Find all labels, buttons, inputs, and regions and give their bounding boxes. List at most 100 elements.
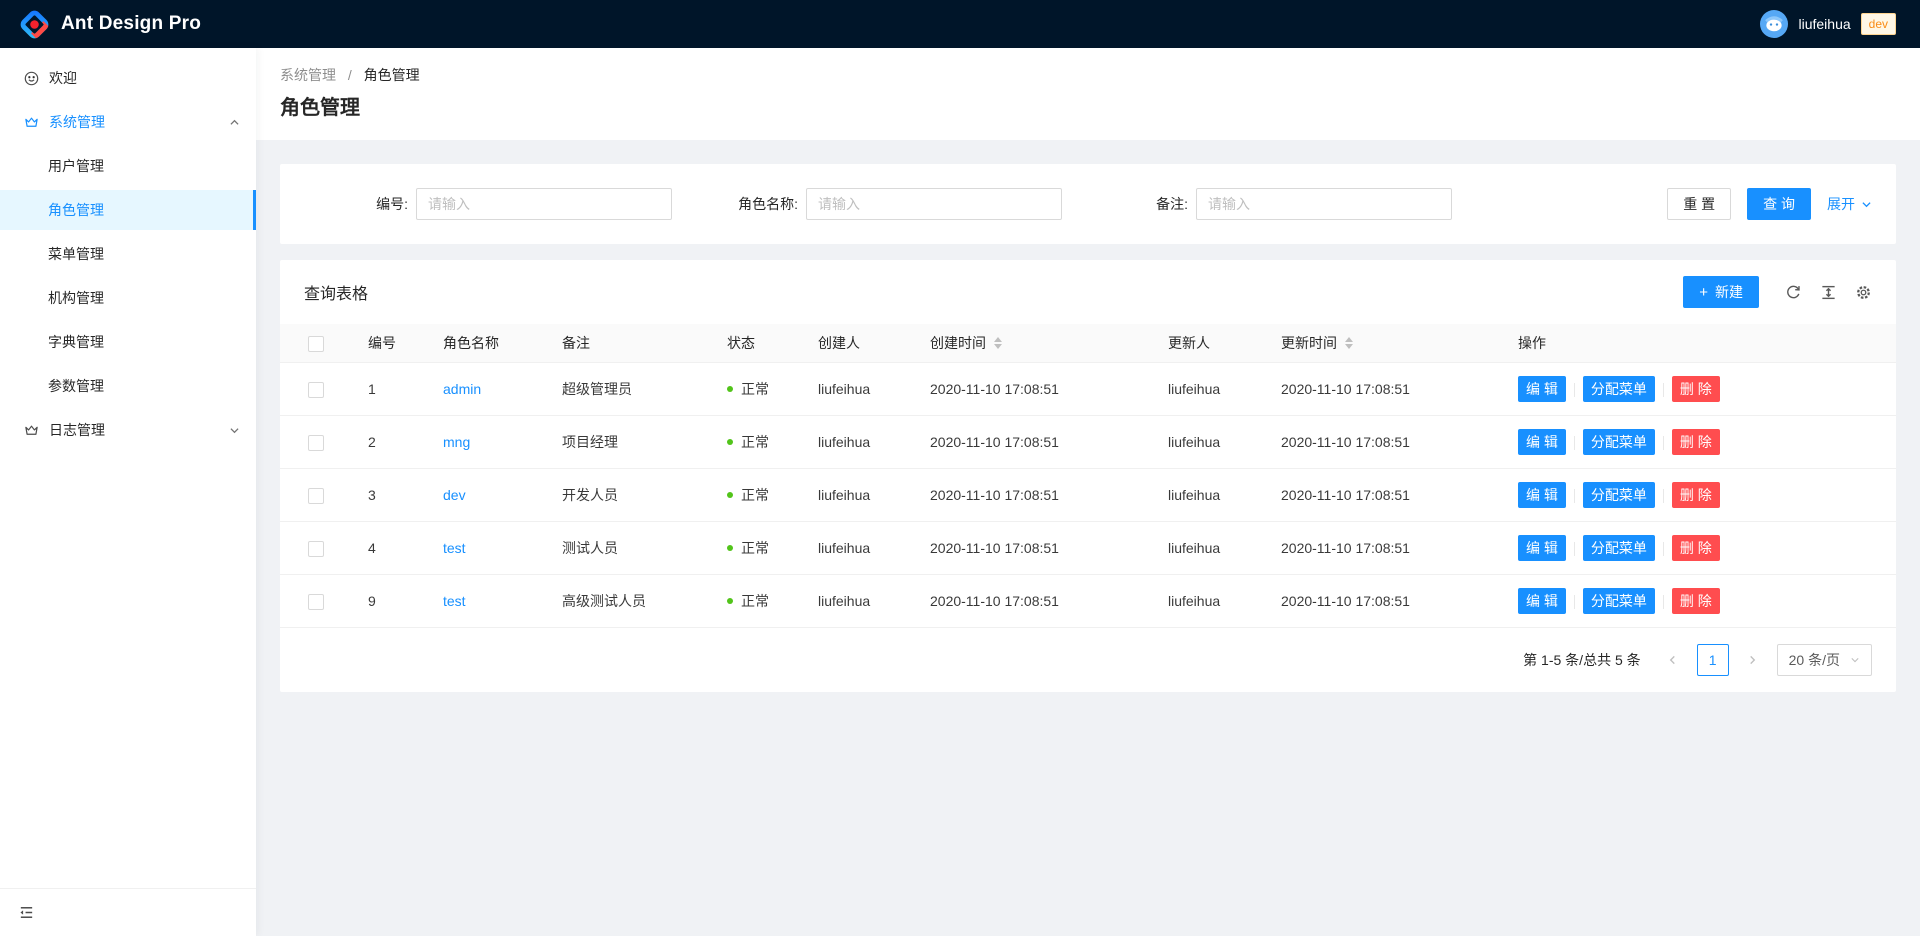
page-size-select[interactable]: 20 条/页 [1777, 644, 1872, 676]
column-header-status: 状态 [711, 324, 802, 363]
sidebar-item-param-management[interactable]: 参数管理 [0, 366, 256, 406]
column-header-remark: 备注 [546, 324, 711, 363]
sidebar-item-user-management[interactable]: 用户管理 [0, 146, 256, 186]
new-button-label: 新建 [1715, 277, 1743, 307]
delete-button[interactable]: 删 除 [1672, 588, 1720, 614]
action-divider [1663, 542, 1664, 556]
cell-updated-time: 2020-11-10 17:08:51 [1265, 469, 1502, 522]
pagination-prev-button[interactable] [1657, 644, 1689, 676]
status-badge: 正常 [727, 538, 769, 558]
select-all-checkbox[interactable] [308, 336, 324, 352]
pagination-total: 第 1-5 条/总共 5 条 [1523, 650, 1640, 670]
cell-updater: liufeihua [1152, 416, 1265, 469]
form-item-role-name: 角色名称: [694, 188, 1084, 220]
header-user-menu[interactable]: liufeihua dev [1760, 10, 1896, 38]
edit-button[interactable]: 编 辑 [1518, 588, 1566, 614]
cell-updated-time: 2020-11-10 17:08:51 [1265, 575, 1502, 628]
sidebar-item-org-management[interactable]: 机构管理 [0, 278, 256, 318]
status-dot-icon [727, 598, 733, 604]
status-dot-icon [727, 492, 733, 498]
cell-updater: liufeihua [1152, 363, 1265, 416]
menu-fold-icon [18, 904, 35, 921]
page-title: 角色管理 [280, 94, 1896, 122]
assign-menu-button[interactable]: 分配菜单 [1583, 376, 1655, 402]
breadcrumb-item-parent[interactable]: 系统管理 [280, 67, 336, 83]
user-env-tag: dev [1861, 13, 1896, 35]
status-dot-icon [727, 439, 733, 445]
pagination-next-button[interactable] [1737, 644, 1769, 676]
table-toolbar: 查询表格 + 新建 [280, 260, 1896, 324]
row-checkbox[interactable] [308, 435, 324, 451]
role-name-link[interactable]: mng [443, 434, 470, 450]
delete-button[interactable]: 删 除 [1672, 535, 1720, 561]
cell-created-time: 2020-11-10 17:08:51 [914, 416, 1152, 469]
role-name-link[interactable]: test [443, 540, 466, 556]
sidebar-item-label: 欢迎 [49, 68, 77, 88]
role-name-link[interactable]: dev [443, 487, 466, 503]
cell-creator: liufeihua [802, 363, 914, 416]
breadcrumb-separator: / [348, 67, 352, 83]
search-filter-card: 编号: 角色名称: 备注: 重 置 查 询 [280, 164, 1896, 244]
assign-menu-button[interactable]: 分配菜单 [1583, 535, 1655, 561]
app-logo[interactable]: Ant Design Pro [18, 8, 201, 41]
settings-icon[interactable] [1855, 284, 1872, 301]
reset-button[interactable]: 重 置 [1667, 188, 1731, 220]
row-checkbox[interactable] [308, 541, 324, 557]
edit-button[interactable]: 编 辑 [1518, 482, 1566, 508]
delete-button[interactable]: 删 除 [1672, 376, 1720, 402]
role-name-link[interactable]: admin [443, 381, 481, 397]
app-title: Ant Design Pro [61, 13, 201, 35]
column-header-updated-time[interactable]: 更新时间 [1265, 324, 1502, 363]
toolbar-actions: + 新建 [1683, 276, 1872, 308]
search-button[interactable]: 查 询 [1747, 188, 1811, 220]
app-header: Ant Design Pro liufeihua dev [0, 0, 1920, 48]
sidebar-item-log-management[interactable]: 日志管理 [0, 410, 256, 450]
expand-label: 展开 [1827, 194, 1855, 214]
delete-button[interactable]: 删 除 [1672, 482, 1720, 508]
cell-creator: liufeihua [802, 522, 914, 575]
sidebar-item-dict-management[interactable]: 字典管理 [0, 322, 256, 362]
plus-icon: + [1699, 285, 1708, 300]
sidebar-collapse-trigger[interactable] [0, 888, 256, 936]
sidebar-item-system-management[interactable]: 系统管理 [0, 102, 256, 142]
delete-button[interactable]: 删 除 [1672, 429, 1720, 455]
table-row: 1 admin 超级管理员 正常 liufeihua 2020-11-10 17… [280, 363, 1896, 416]
row-checkbox[interactable] [308, 594, 324, 610]
assign-menu-button[interactable]: 分配菜单 [1583, 482, 1655, 508]
role-name-link[interactable]: test [443, 593, 466, 609]
cell-creator: liufeihua [802, 469, 914, 522]
edit-button[interactable]: 编 辑 [1518, 376, 1566, 402]
table-card: 查询表格 + 新建 [280, 260, 1896, 692]
table-row: 4 test 测试人员 正常 liufeihua 2020-11-10 17:0… [280, 522, 1896, 575]
cell-created-time: 2020-11-10 17:08:51 [914, 363, 1152, 416]
sidebar-item-welcome[interactable]: 欢迎 [0, 58, 256, 98]
sidebar-item-role-management[interactable]: 角色管理 [0, 190, 256, 230]
sidebar-item-menu-management[interactable]: 菜单管理 [0, 234, 256, 274]
cell-id: 9 [352, 575, 427, 628]
status-dot-icon [727, 386, 733, 392]
role-name-input[interactable] [806, 188, 1062, 220]
sorter-icon[interactable] [994, 337, 1002, 349]
ant-design-logo-icon [18, 8, 51, 41]
expand-link[interactable]: 展开 [1827, 194, 1872, 214]
edit-button[interactable]: 编 辑 [1518, 535, 1566, 561]
row-checkbox[interactable] [308, 488, 324, 504]
reload-icon[interactable] [1785, 284, 1802, 301]
column-header-actions: 操作 [1502, 324, 1896, 363]
action-divider [1663, 436, 1664, 450]
new-button[interactable]: + 新建 [1683, 276, 1759, 308]
column-header-created-time[interactable]: 创建时间 [914, 324, 1152, 363]
action-divider [1663, 383, 1664, 397]
action-divider [1574, 595, 1575, 609]
pagination-page-1[interactable]: 1 [1697, 644, 1729, 676]
assign-menu-button[interactable]: 分配菜单 [1583, 429, 1655, 455]
assign-menu-button[interactable]: 分配菜单 [1583, 588, 1655, 614]
action-divider [1663, 489, 1664, 503]
id-input[interactable] [416, 188, 672, 220]
row-checkbox[interactable] [308, 382, 324, 398]
remark-input[interactable] [1196, 188, 1452, 220]
edit-button[interactable]: 编 辑 [1518, 429, 1566, 455]
cell-created-time: 2020-11-10 17:08:51 [914, 575, 1152, 628]
sorter-icon[interactable] [1345, 337, 1353, 349]
density-icon[interactable] [1820, 284, 1837, 301]
